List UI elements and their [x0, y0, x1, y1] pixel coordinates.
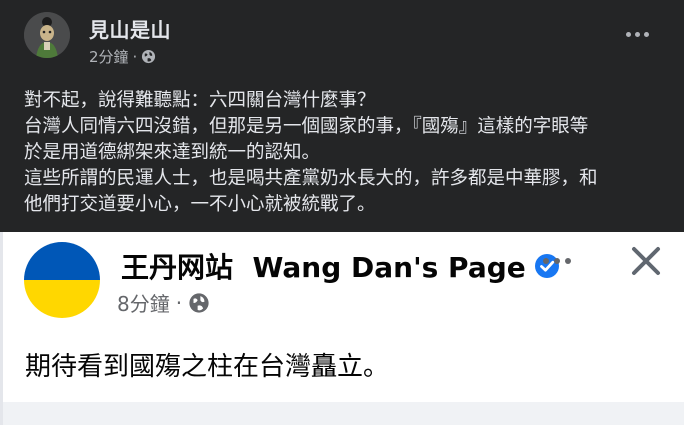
- post-meta: 2分鐘 ·: [89, 46, 156, 67]
- post-line: 台灣人同情六四沒錯，但那是另一個國家的事，『國殤』這樣的字眼等: [24, 116, 589, 137]
- shared-post-meta: 8分鐘 ·: [117, 288, 210, 317]
- more-options-icon[interactable]: [620, 24, 654, 44]
- post-line: 於是用道德綁架來達到統一的認知。: [24, 142, 321, 163]
- page-avatar-ukraine-flag[interactable]: [24, 242, 100, 318]
- meta-separator: ·: [175, 290, 183, 315]
- post-line: 這些所謂的民運人士，也是喝共產黨奶水長大的，許多都是中華膠，和: [24, 168, 598, 189]
- outer-post: 見山是山 2分鐘 · 對不起，說得難聽點：六四關台灣什麼事？ 台灣人同情六四沒錯…: [0, 0, 684, 232]
- author-name[interactable]: 見山是山: [89, 14, 171, 43]
- post-body: 對不起，說得難聽點：六四關台灣什麼事？ 台灣人同情六四沒錯，但那是另一個國家的事…: [24, 88, 674, 218]
- page-name[interactable]: 王丹网站 Wang Dan's Page: [121, 246, 560, 286]
- author-avatar[interactable]: [24, 12, 70, 58]
- close-icon[interactable]: [628, 243, 664, 279]
- post-line: 對不起，說得難聽點：六四關台灣什麼事？: [24, 90, 376, 111]
- card-footer-strip: [3, 402, 684, 425]
- globe-icon[interactable]: [188, 292, 210, 314]
- post-timestamp[interactable]: 2分鐘: [89, 46, 129, 67]
- shared-post-text: 期待看到國殤之柱在台灣矗立。: [25, 352, 390, 382]
- post-line: 他們打交道要小心，一不小心就被統戰了。: [24, 194, 376, 215]
- shared-more-options-icon[interactable]: [538, 251, 576, 271]
- page-name-label[interactable]: 王丹网站 Wang Dan's Page: [121, 246, 526, 286]
- card-border: [0, 232, 3, 425]
- meta-separator: ·: [132, 47, 138, 66]
- shared-timestamp[interactable]: 8分鐘: [117, 288, 170, 317]
- globe-icon[interactable]: [141, 49, 156, 64]
